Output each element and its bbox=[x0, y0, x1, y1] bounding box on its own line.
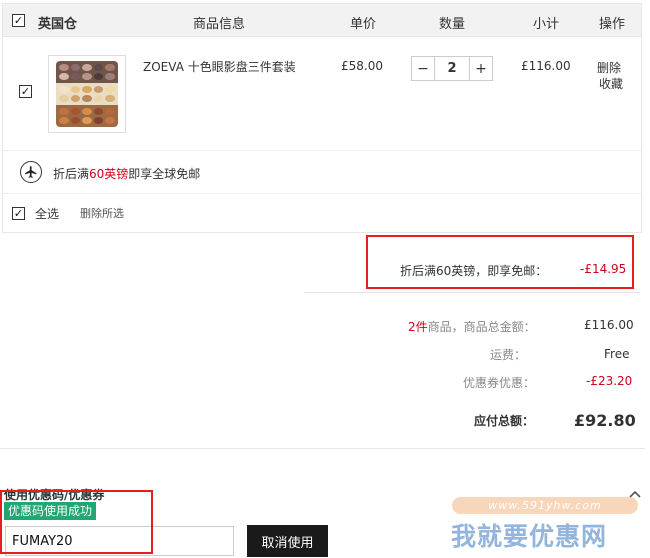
goods-count: 2件 bbox=[408, 320, 428, 334]
goods-total-label: 2件商品，商品总金额： bbox=[408, 318, 536, 335]
shipping-prefix: 折后满 bbox=[53, 167, 90, 181]
col-product-info: 商品信息 bbox=[193, 17, 246, 32]
col-operation: 操作 bbox=[599, 17, 626, 32]
free-shipping-discount-label: 折后满60英镑，即享免邮： bbox=[400, 264, 548, 278]
watermark-text: 我就要优惠网 bbox=[451, 522, 608, 551]
coupon-highlight-box bbox=[0, 490, 153, 554]
eyeshadow-palette-image bbox=[56, 61, 118, 127]
select-all-label[interactable]: 全选 bbox=[35, 205, 59, 222]
delete-selected-link[interactable]: 删除所选 bbox=[80, 205, 124, 221]
decrease-quantity-button[interactable]: − bbox=[412, 57, 434, 80]
shipping-threshold: 60英镑 bbox=[89, 167, 129, 181]
coupon-discount-value: -£23.20 bbox=[586, 374, 633, 388]
quantity-stepper: − 2 + bbox=[411, 56, 493, 81]
item-checkbox[interactable]: ✓ bbox=[19, 85, 32, 98]
col-subtotal: 小计 bbox=[533, 17, 560, 32]
section-divider bbox=[0, 448, 645, 449]
airplane-icon bbox=[20, 161, 42, 183]
total-payable-value: £92.80 bbox=[574, 411, 636, 430]
cart-item-row: ✓ ZOEVA 十色眼影盘三件套装 £58.00 − 2 + £116.00 删… bbox=[3, 38, 641, 151]
product-thumbnail[interactable] bbox=[48, 55, 126, 133]
increase-quantity-button[interactable]: + bbox=[470, 57, 492, 80]
item-subtotal: £116.00 bbox=[521, 59, 571, 73]
product-name-link[interactable]: ZOEVA 十色眼影盘三件套装 bbox=[143, 58, 296, 75]
unit-price: £58.00 bbox=[341, 59, 383, 73]
delete-item-link[interactable]: 删除 bbox=[597, 59, 621, 76]
summary-divider bbox=[304, 292, 640, 293]
goods-total-text: 商品，商品总金额： bbox=[427, 320, 536, 334]
quantity-input[interactable]: 2 bbox=[434, 57, 470, 80]
shipping-notice: 折后满60英镑即享全球免邮 bbox=[3, 152, 641, 194]
total-payable-label: 应付总额： bbox=[474, 414, 535, 428]
warehouse-label: 英国仓 bbox=[38, 17, 78, 32]
watermark-url: www.591yhw.com bbox=[452, 497, 638, 514]
shipping-notice-text: 折后满60英镑即享全球免邮 bbox=[53, 165, 200, 182]
select-all-checkbox[interactable]: ✓ bbox=[12, 207, 25, 220]
cart-table: ✓ 英国仓 商品信息 单价 数量 小计 操作 ✓ ZOEVA 十色眼影盘三件套装… bbox=[2, 3, 642, 233]
coupon-discount-label: 优惠券优惠： bbox=[463, 376, 536, 390]
shipping-suffix: 即享全球免邮 bbox=[128, 167, 201, 181]
free-shipping-discount-value: -£14.95 bbox=[580, 262, 627, 276]
favorite-item-link[interactable]: 收藏 bbox=[599, 75, 623, 92]
header-checkbox[interactable]: ✓ bbox=[12, 14, 25, 27]
cart-header: ✓ 英国仓 商品信息 单价 数量 小计 操作 bbox=[3, 4, 641, 37]
cancel-coupon-button[interactable]: 取消使用 bbox=[247, 525, 328, 557]
freight-label: 运费： bbox=[490, 348, 527, 362]
col-quantity: 数量 bbox=[439, 17, 466, 32]
col-unit-price: 单价 bbox=[350, 17, 377, 32]
select-bar: ✓ 全选 删除所选 bbox=[3, 195, 641, 231]
goods-total-value: £116.00 bbox=[584, 318, 634, 332]
freight-value: Free bbox=[604, 347, 630, 361]
